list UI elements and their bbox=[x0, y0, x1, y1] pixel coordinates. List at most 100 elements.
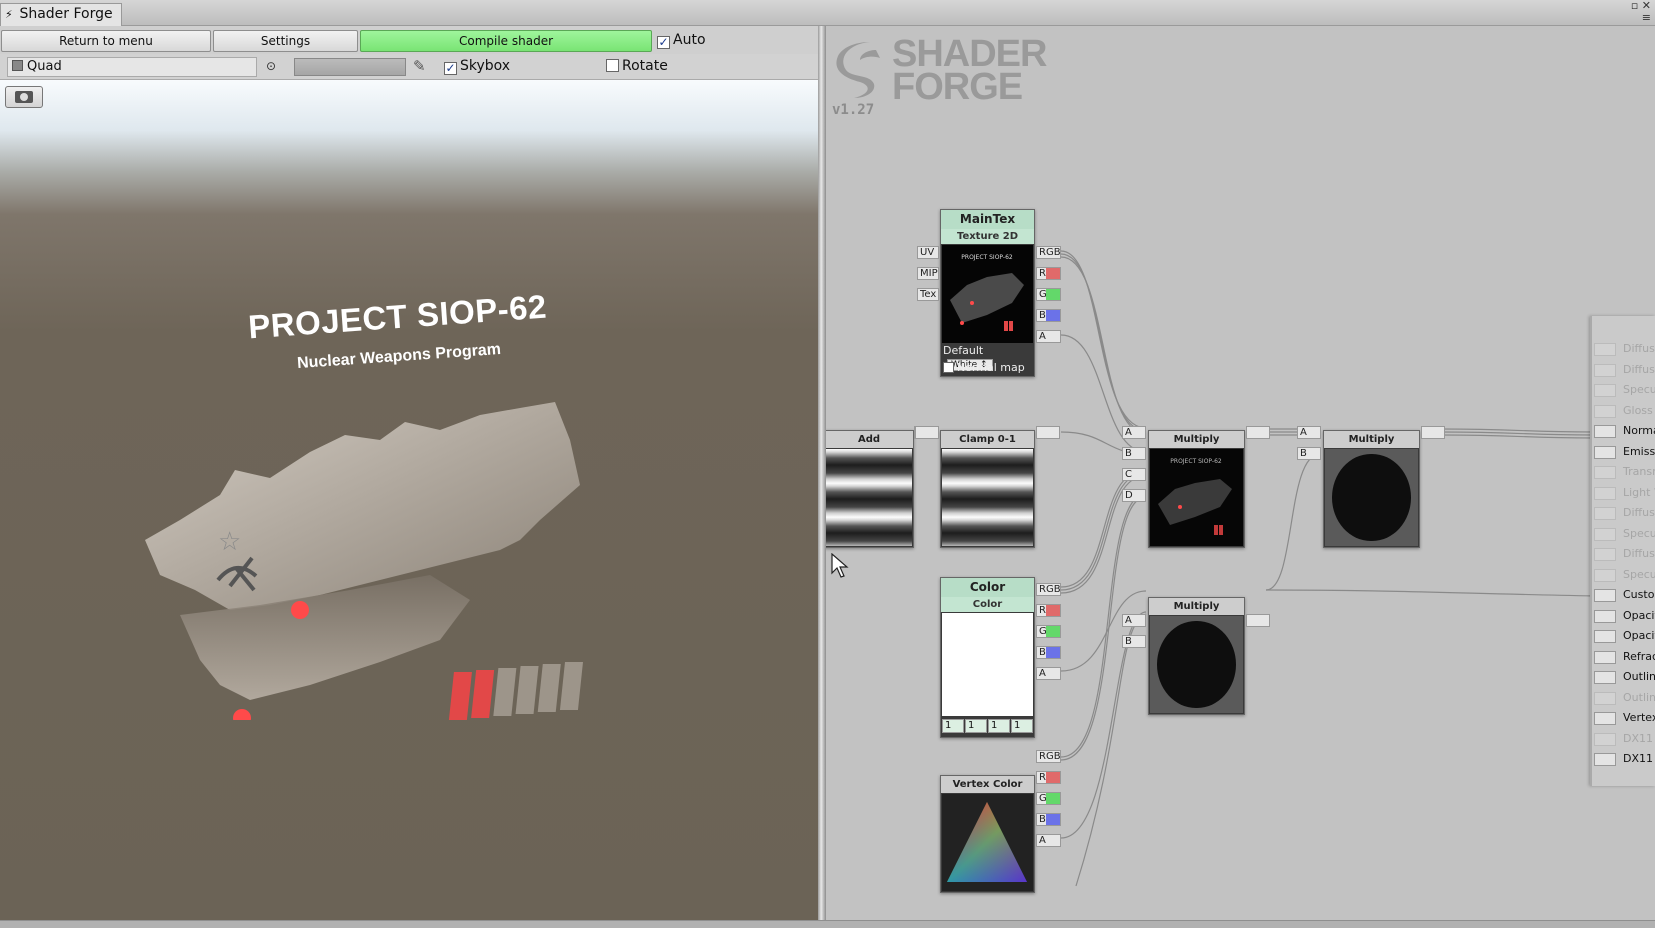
main-input-row[interactable]: Transmissi bbox=[1594, 463, 1655, 481]
screenshot-button[interactable] bbox=[5, 86, 43, 108]
main-input-socket[interactable] bbox=[1594, 671, 1616, 684]
main-input-socket[interactable] bbox=[1594, 384, 1616, 397]
skybox-checkbox[interactable]: ✓ bbox=[444, 62, 457, 75]
input-a[interactable]: A bbox=[1297, 426, 1321, 439]
skybox-toggle[interactable]: ✓ Skybox bbox=[444, 58, 510, 75]
input-b[interactable]: B bbox=[1297, 447, 1321, 460]
main-input-socket[interactable] bbox=[1594, 425, 1616, 438]
eyedropper-icon[interactable]: ✎ bbox=[413, 57, 426, 75]
rotate-checkbox[interactable] bbox=[606, 59, 619, 72]
main-input-row[interactable]: Specular A bbox=[1594, 525, 1655, 543]
main-input-row[interactable]: Diffuse bbox=[1594, 340, 1655, 358]
input-a[interactable]: A bbox=[1122, 614, 1146, 627]
color-g-value[interactable]: 1 bbox=[965, 719, 987, 733]
main-input-row[interactable]: Outline Wi bbox=[1594, 668, 1655, 686]
compile-shader-button[interactable]: Compile shader bbox=[360, 30, 652, 52]
object-picker-icon[interactable]: ⊙ bbox=[266, 59, 276, 73]
node-clamp[interactable]: Clamp 0-1 bbox=[940, 430, 1035, 548]
main-input-socket[interactable] bbox=[1594, 712, 1616, 725]
node-editor-canvas[interactable]: SHADER FORGE v1.27 MainTex Texture 2D PR… bbox=[826, 26, 1655, 920]
main-input-row[interactable]: Outline Co bbox=[1594, 689, 1655, 707]
node-vertex-color[interactable]: Vertex Color bbox=[940, 775, 1035, 893]
output-port[interactable] bbox=[1421, 426, 1445, 439]
main-input-row[interactable]: Opacity bbox=[1594, 607, 1655, 625]
main-input-socket[interactable] bbox=[1594, 609, 1616, 623]
output-g[interactable]: G bbox=[1036, 792, 1061, 805]
output-r[interactable]: R bbox=[1036, 771, 1061, 784]
main-node-inputs[interactable]: Diffuse Diffuse Po Specular Gloss Normal Emis… bbox=[1590, 316, 1655, 786]
main-input-socket[interactable] bbox=[1594, 548, 1616, 561]
main-input-row[interactable]: Diffuse Am bbox=[1594, 545, 1655, 563]
main-input-socket[interactable] bbox=[1594, 568, 1616, 582]
input-b[interactable]: B bbox=[1122, 447, 1146, 460]
main-input-socket[interactable] bbox=[1594, 691, 1616, 705]
input-port[interactable] bbox=[915, 426, 939, 439]
node-color[interactable]: Color Color 1111 bbox=[940, 577, 1035, 738]
output-a[interactable]: A bbox=[1036, 834, 1061, 847]
node-add[interactable]: Add bbox=[826, 430, 914, 548]
output-b[interactable]: B bbox=[1036, 646, 1061, 659]
rotate-toggle[interactable]: Rotate bbox=[606, 58, 668, 74]
main-input-socket[interactable] bbox=[1594, 466, 1616, 479]
color-a-value[interactable]: 1 bbox=[1011, 719, 1033, 733]
main-input-row[interactable]: Specular A bbox=[1594, 566, 1655, 584]
node-multiply-2[interactable]: Multiply bbox=[1148, 597, 1245, 715]
main-input-socket[interactable] bbox=[1594, 404, 1616, 418]
node-multiply-1[interactable]: Multiply PROJECT SIOP-62 bbox=[1148, 430, 1245, 548]
normal-map-toggle[interactable]: Normal map bbox=[943, 361, 1025, 374]
color-values[interactable]: 1111 bbox=[942, 719, 1034, 733]
main-input-socket[interactable] bbox=[1594, 507, 1616, 520]
main-input-socket[interactable] bbox=[1594, 589, 1616, 602]
main-input-row[interactable]: DX11 Disp bbox=[1594, 730, 1655, 748]
main-input-row[interactable]: Diffuse Po bbox=[1594, 361, 1655, 379]
output-a[interactable]: A bbox=[1036, 330, 1061, 343]
menu-icon[interactable]: ≡ bbox=[1642, 11, 1651, 24]
output-g[interactable]: G bbox=[1036, 625, 1061, 638]
main-input-socket[interactable] bbox=[1594, 343, 1616, 356]
input-mip[interactable]: MIP bbox=[917, 267, 939, 280]
preview-viewport[interactable]: PROJECT SIOP-62 Nuclear Weapons Program bbox=[0, 80, 818, 920]
main-input-row[interactable]: DX11 Tess bbox=[1594, 750, 1655, 768]
main-input-row[interactable]: Diffuse Am bbox=[1594, 504, 1655, 522]
output-rgb[interactable]: RGB bbox=[1036, 750, 1061, 763]
node-maintex[interactable]: MainTex Texture 2D PROJECT SIOP-62 Defau… bbox=[940, 209, 1035, 377]
return-to-menu-button[interactable]: Return to menu bbox=[1, 30, 211, 52]
main-input-row[interactable]: Specular bbox=[1594, 381, 1655, 399]
maximize-icon[interactable]: ▫ bbox=[1631, 0, 1638, 12]
color-swatch[interactable] bbox=[942, 613, 1033, 716]
output-rgb[interactable]: RGB bbox=[1036, 246, 1061, 259]
settings-button[interactable]: Settings bbox=[213, 30, 358, 52]
main-input-row[interactable]: Vertex Off bbox=[1594, 709, 1655, 727]
main-input-socket[interactable] bbox=[1594, 445, 1616, 459]
output-r[interactable]: R bbox=[1036, 604, 1061, 617]
mesh-field[interactable]: Quad bbox=[7, 57, 257, 77]
main-input-socket[interactable] bbox=[1594, 363, 1616, 377]
main-input-socket[interactable] bbox=[1594, 753, 1616, 766]
input-uv[interactable]: UV bbox=[917, 246, 939, 259]
main-input-row[interactable]: Emission bbox=[1594, 443, 1655, 461]
color-b-value[interactable]: 1 bbox=[988, 719, 1010, 733]
output-b[interactable]: B bbox=[1036, 309, 1061, 322]
input-d[interactable]: D bbox=[1122, 489, 1146, 502]
normal-map-checkbox[interactable] bbox=[943, 362, 954, 373]
auto-toggle[interactable]: ✓ Auto bbox=[657, 32, 706, 49]
tab-shader-forge[interactable]: ⚡ Shader Forge bbox=[0, 3, 122, 26]
output-port[interactable] bbox=[1246, 614, 1270, 627]
main-input-row[interactable]: Refraction bbox=[1594, 648, 1655, 666]
panel-splitter[interactable] bbox=[818, 26, 826, 920]
node-multiply-3[interactable]: Multiply bbox=[1323, 430, 1420, 548]
auto-checkbox[interactable]: ✓ bbox=[657, 36, 670, 49]
main-input-row[interactable]: Gloss bbox=[1594, 402, 1655, 420]
background-color-field[interactable] bbox=[294, 58, 406, 76]
main-input-socket[interactable] bbox=[1594, 486, 1616, 500]
main-input-socket[interactable] bbox=[1594, 630, 1616, 643]
color-r-value[interactable]: 1 bbox=[942, 719, 964, 733]
output-port[interactable] bbox=[1036, 426, 1060, 439]
main-input-row[interactable]: Normal bbox=[1594, 422, 1655, 440]
main-input-socket[interactable] bbox=[1594, 650, 1616, 664]
output-a[interactable]: A bbox=[1036, 667, 1061, 680]
main-input-row[interactable]: Custom Lig bbox=[1594, 586, 1655, 604]
output-r[interactable]: R bbox=[1036, 267, 1061, 280]
output-rgb[interactable]: RGB bbox=[1036, 583, 1061, 596]
input-tex[interactable]: Tex bbox=[917, 288, 939, 301]
